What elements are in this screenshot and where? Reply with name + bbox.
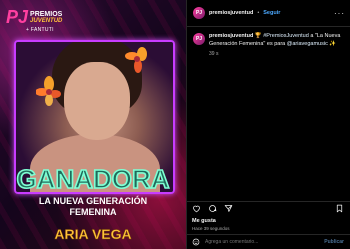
share-icon[interactable] [224,204,233,213]
face [64,62,130,140]
comment-input[interactable] [205,239,320,245]
follow-button[interactable]: Seguir [263,10,280,16]
logo-premios: PREMIOS [30,10,63,18]
likes-count[interactable]: Me gusta [192,218,216,224]
caption-time: 39 s [209,51,219,57]
banner-subtitle-2: FEMENINA [70,207,118,217]
caption-avatar[interactable]: PJ [193,33,205,45]
flower-left-icon [36,76,61,106]
header-username[interactable]: premiosjuventud [209,10,253,16]
avatar[interactable]: PJ [193,7,205,19]
logo-pj: PJ [6,7,29,27]
more-options-icon[interactable]: ··· [334,9,345,18]
publish-button[interactable]: Publicar [324,239,344,245]
post-image[interactable]: PJ PREMIOS JUVENTUD + FANTUTI GANADORA L… [0,0,186,249]
comment-icon[interactable] [208,204,217,213]
winner-banner: GANADORA LA NUEVA GENERACIÓN FEMENINA AR… [16,163,171,242]
post-timestamp: Hace 39 segundos [192,226,230,231]
save-icon[interactable] [335,204,344,213]
banner-title: GANADORA [16,164,169,194]
logo-juventud: JUVENTUD [30,17,63,24]
post-header: PJ premiosjuventud • Seguir ··· [187,0,350,27]
banner-subtitle-1: LA NUEVA GENERACIÓN [39,195,147,206]
caption-area: PJ premiosjuventud 🏆 #PremiosJuventud a … [187,27,350,63]
caption-part-1: 🏆 [253,33,262,39]
caption-username[interactable]: premiosjuventud [209,33,253,39]
flower-right-icon [125,47,147,73]
banner-name: ARIA VEGA [54,226,131,242]
caption-hashtag[interactable]: #PremiosJuventud [263,33,309,39]
sponsor-logo: + FANTUTI [26,27,54,33]
premios-juventud-logo: PJ PREMIOS JUVENTUD [6,8,62,26]
heart-icon[interactable] [192,204,201,213]
comment-bar: Publicar [186,234,350,249]
action-bar [186,201,350,215]
caption-part-3: ✨ [327,40,337,47]
separator-dot: • [257,10,260,16]
caption-text: premiosjuventud 🏆 #PremiosJuventud a "La… [209,33,345,48]
caption-mention[interactable]: @ariavegamusic [287,41,328,47]
emoji-icon[interactable] [192,238,200,246]
